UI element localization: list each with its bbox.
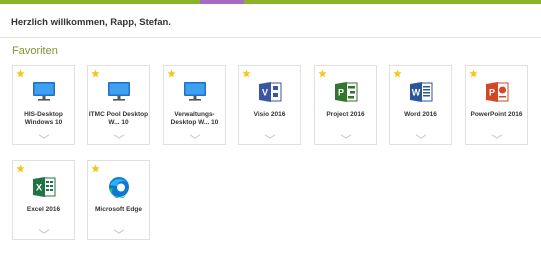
tile-powerpoint-2016[interactable]: P PowerPoint 2016 (465, 65, 528, 145)
header: Herzlich willkommen, Rapp, Stefan. (0, 4, 541, 38)
svg-text:W: W (411, 88, 420, 98)
word-icon: W (409, 82, 432, 102)
monitor-icon (107, 82, 130, 101)
favorite-star-icon[interactable] (242, 69, 251, 78)
tile-label-line1: Verwaltungs- (174, 111, 215, 118)
tile-label-line1: Project 2016 (326, 111, 365, 118)
tile-label: ITMC Pool Desktop W... 10 (88, 111, 149, 127)
tile-label: Microsoft Edge (88, 206, 149, 214)
tile-label: Excel 2016 (13, 206, 74, 214)
edge-icon (108, 177, 129, 198)
favorite-star-icon[interactable] (16, 164, 25, 173)
favorite-star-icon[interactable] (393, 69, 402, 78)
tile-label: Verwaltungs- Desktop W... 10 (164, 111, 225, 127)
tile-label-line1: HIS-Desktop (24, 111, 63, 118)
favorite-star-icon[interactable] (91, 69, 100, 78)
tile-his-desktop[interactable]: HIS-Desktop Windows 10 (12, 65, 75, 145)
tile-label-line2: Windows 10 (24, 119, 63, 126)
tile-label: Word 2016 (390, 111, 451, 119)
tile-label-line1: ITMC Pool Desktop (88, 111, 149, 118)
monitor-icon (183, 82, 206, 101)
favorite-star-icon[interactable] (318, 69, 327, 78)
chevron-down-icon[interactable] (264, 134, 276, 139)
project-icon: P (334, 82, 357, 102)
tile-microsoft-edge[interactable]: Microsoft Edge (87, 160, 150, 240)
chevron-down-icon[interactable] (340, 134, 352, 139)
tile-label-line2: W... 10 (108, 119, 129, 126)
chevron-down-icon[interactable] (415, 134, 427, 139)
chevron-down-icon[interactable] (113, 134, 125, 139)
tile-word-2016[interactable]: W Word 2016 (389, 65, 452, 145)
tile-visio-2016[interactable]: V Visio 2016 (238, 65, 301, 145)
tile-label: Visio 2016 (239, 111, 300, 119)
favorite-star-icon[interactable] (91, 164, 100, 173)
tile-excel-2016[interactable]: X Excel 2016 (12, 160, 75, 240)
svg-text:V: V (261, 88, 267, 98)
tile-verwaltungs-desktop[interactable]: Verwaltungs- Desktop W... 10 (163, 65, 226, 145)
favorite-star-icon[interactable] (469, 69, 478, 78)
svg-text:P: P (488, 88, 494, 98)
tile-label-line1: PowerPoint 2016 (470, 111, 523, 118)
chevron-down-icon[interactable] (491, 134, 503, 139)
monitor-icon (32, 82, 55, 101)
chevron-down-icon[interactable] (38, 134, 50, 139)
powerpoint-icon: P (485, 82, 508, 102)
visio-icon: V (258, 82, 281, 102)
tile-label-line1: Excel 2016 (26, 206, 61, 213)
tile-project-2016[interactable]: P Project 2016 (314, 65, 377, 145)
excel-icon: X (32, 177, 55, 197)
welcome-message: Herzlich willkommen, Rapp, Stefan. (11, 17, 171, 28)
tile-label: Project 2016 (315, 111, 376, 119)
tile-itmc-pool-desktop[interactable]: ITMC Pool Desktop W... 10 (87, 65, 150, 145)
svg-text:P: P (337, 88, 343, 98)
svg-text:X: X (35, 183, 41, 193)
tile-label-line1: Microsoft Edge (95, 206, 142, 213)
chevron-down-icon[interactable] (38, 229, 50, 234)
tile-label-line1: Word 2016 (404, 111, 437, 118)
tile-label: PowerPoint 2016 (466, 111, 527, 119)
favorites-title: Favoriten (12, 45, 58, 57)
tile-label-line2: Desktop W... 10 (170, 119, 219, 126)
chevron-down-icon[interactable] (189, 134, 201, 139)
chevron-down-icon[interactable] (113, 229, 125, 234)
tile-label-line1: Visio 2016 (253, 111, 286, 118)
favorite-star-icon[interactable] (167, 69, 176, 78)
favorite-star-icon[interactable] (16, 69, 25, 78)
tile-label: HIS-Desktop Windows 10 (13, 111, 74, 127)
